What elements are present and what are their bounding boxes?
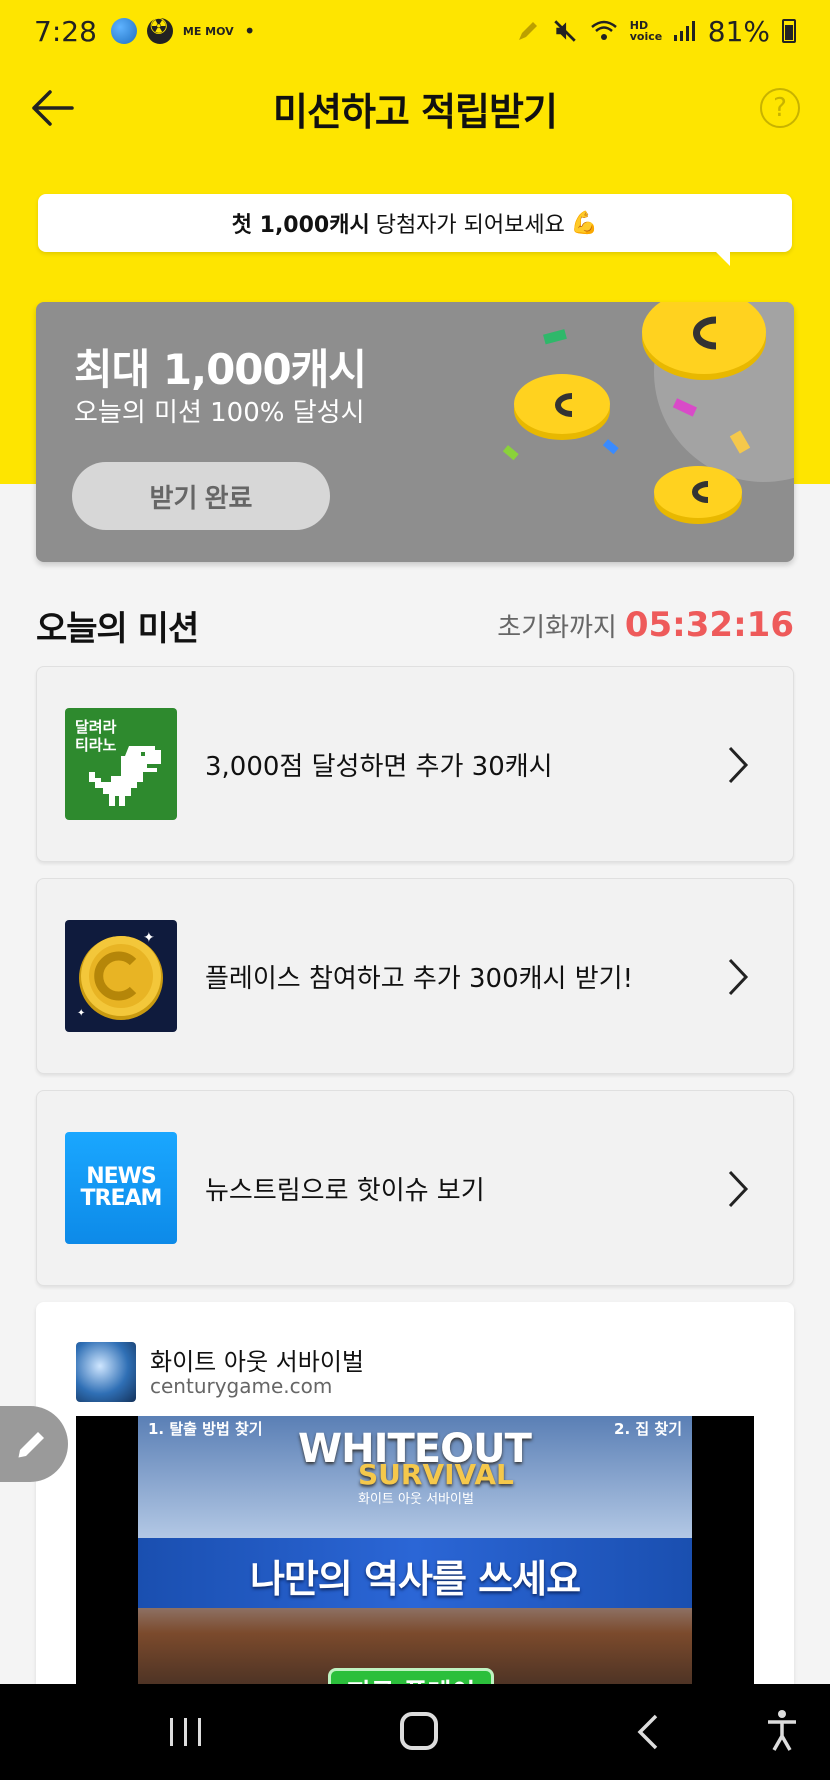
chevron-right-icon[interactable] xyxy=(727,957,749,997)
signal-icon xyxy=(673,21,695,41)
ad-step-2: 2. 집 찾기 xyxy=(614,1420,682,1438)
reset-timer-value: 05:32:16 xyxy=(624,605,794,645)
advertiser-name: 화이트 아웃 서바이벌 xyxy=(150,1348,364,1376)
ad-brand-line-2: SURVIVAL xyxy=(358,1458,514,1491)
mission-item-dino[interactable]: 달려라 티라노 3,000점 달성하면 추가 30캐시 xyxy=(36,666,794,862)
promo-subtitle: 오늘의 미션 100% 달성시 xyxy=(74,398,365,428)
back-arrow-icon[interactable] xyxy=(26,80,82,136)
mission-label: 플레이스 참여하고 추가 300캐시 받기! xyxy=(205,963,633,994)
page-title: 미션하고 적립받기 xyxy=(273,89,558,134)
system-nav-bar xyxy=(0,1684,830,1780)
accessibility-icon[interactable] xyxy=(766,1708,798,1752)
hd-voice-icon: HD voice xyxy=(629,19,663,43)
ad-image[interactable]: 1. 탈출 방법 찾기 2. 집 찾기 WHITEOUT SURVIVAL 화이… xyxy=(76,1416,754,1702)
home-icon[interactable] xyxy=(400,1712,438,1750)
claim-complete-button[interactable]: 받기 완료 xyxy=(72,462,330,530)
mission-label: 3,000점 달성하면 추가 30캐시 xyxy=(205,751,553,782)
ad-slogan: 나만의 역사를 쓰세요 xyxy=(249,1557,581,1601)
recent-apps-icon[interactable] xyxy=(166,1714,206,1750)
globe-icon xyxy=(110,18,137,44)
memo-icon: ME MOV xyxy=(182,24,234,38)
mission-label: 뉴스트림으로 핫이슈 보기 xyxy=(205,1175,485,1206)
battery-icon xyxy=(782,19,796,43)
promo-bubble: 첫 1,000캐시 당첨자가 되어보세요 💪 xyxy=(38,194,792,266)
newstream-icon: NEWS TREAM xyxy=(65,1132,177,1244)
promo-title: 최대 1,000캐시 xyxy=(74,345,367,394)
reset-timer: 초기화까지 05:32:16 xyxy=(497,605,794,645)
missions-header: 오늘의 미션 초기화까지 05:32:16 xyxy=(36,600,794,650)
mission-item-newstream[interactable]: NEWS TREAM 뉴스트림으로 핫이슈 보기 xyxy=(36,1090,794,1286)
chevron-right-icon[interactable] xyxy=(727,745,749,785)
svg-text:✦: ✦ xyxy=(143,930,155,946)
mission-item-place[interactable]: ✦ ✦ 플레이스 참여하고 추가 300캐시 받기! xyxy=(36,878,794,1074)
reset-timer-label: 초기화까지 xyxy=(497,613,617,643)
missions-title: 오늘의 미션 xyxy=(36,608,199,649)
coin-icon: ✦ ✦ xyxy=(65,920,177,1032)
promo-bubble-text: 당첨자가 되어보세요 xyxy=(375,213,565,238)
app-header: 미션하고 적립받기 ? xyxy=(0,62,830,154)
advertiser-domain: centurygame.com xyxy=(150,1374,333,1398)
battery-percent: 81% xyxy=(707,14,770,48)
max-cash-card: 최대 1,000캐시 오늘의 미션 100% 달성시 받기 완료 xyxy=(36,302,794,562)
ad-step-1: 1. 탈출 방법 찾기 xyxy=(148,1420,263,1438)
ad-scene: 1. 탈출 방법 찾기 2. 집 찾기 WHITEOUT SURVIVAL 화이… xyxy=(138,1416,692,1702)
notification-dot-icon: • xyxy=(243,19,256,43)
radiation-icon xyxy=(146,15,173,44)
help-icon[interactable]: ? xyxy=(760,88,800,128)
pencil-icon xyxy=(18,1432,44,1458)
status-bar: 7:28 ME MOV • HD voice 81% xyxy=(0,0,830,62)
back-icon[interactable] xyxy=(636,1712,660,1752)
status-left-icons: ME MOV • xyxy=(110,15,256,44)
ad-card[interactable]: 화이트 아웃 서바이벌 centurygame.com 1. 탈출 방법 찾기 … xyxy=(36,1302,794,1702)
ad-brand-line-3: 화이트 아웃 서바이벌 xyxy=(358,1492,474,1507)
coins-illustration-icon xyxy=(502,302,794,524)
wifi-icon xyxy=(590,20,617,40)
advertiser-logo-icon xyxy=(76,1342,136,1402)
dino-game-icon: 달려라 티라노 xyxy=(65,708,177,820)
chevron-right-icon[interactable] xyxy=(727,1169,749,1209)
status-right-icons: HD voice 81% xyxy=(516,15,796,48)
promo-bubble-highlight: 첫 1,000캐시 xyxy=(231,213,370,238)
svg-text:✦: ✦ xyxy=(77,1008,85,1019)
pen-icon xyxy=(518,22,537,40)
muscle-emoji-icon: 💪 xyxy=(570,210,599,236)
mute-icon xyxy=(554,20,576,42)
status-time: 7:28 xyxy=(34,14,97,48)
